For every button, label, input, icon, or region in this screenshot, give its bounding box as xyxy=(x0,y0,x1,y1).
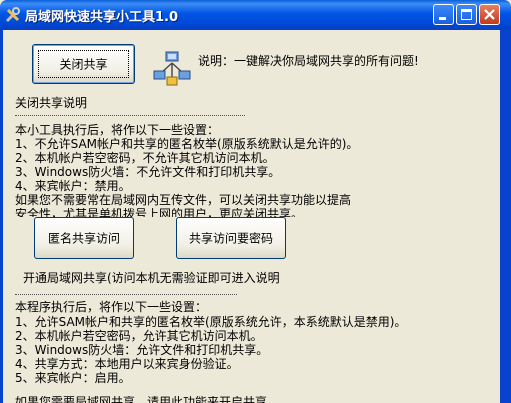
open-section-heading: 开通局域网共享(访问本机无需验证即可进入说明 xyxy=(23,271,280,285)
close-line-5: 4、来宾帐户：禁用。 xyxy=(15,179,131,193)
minimize-button[interactable] xyxy=(433,4,454,25)
open-line-4: 3、Windows防火墙：允许文件和打印机共享。 xyxy=(15,343,269,357)
maximize-button[interactable] xyxy=(456,4,477,25)
anonymous-share-button[interactable]: 匿名共享访问 xyxy=(34,217,134,259)
open-line-5: 4、共享方式：本地用户以来宾身份验证。 xyxy=(15,357,239,371)
tools-icon xyxy=(5,7,20,23)
password-share-label: 共享访问要密码 xyxy=(188,231,273,246)
right-edge xyxy=(500,30,508,403)
open-line-3: 2、本机帐户若空密码，允许其它机访问本机。 xyxy=(15,329,263,343)
close-share-label: 关闭共享 xyxy=(59,57,108,72)
close-share-button[interactable]: 关闭共享 xyxy=(32,44,135,84)
close-button[interactable] xyxy=(479,4,500,25)
window-title: 局域网快速共享小工具1.0 xyxy=(25,10,179,25)
close-line-7: 安全性，尤其是单机拨号上网的用户，更应关闭共享。 xyxy=(15,208,304,217)
close-line-3: 2、本机帐户若空密码，不允许其它机访问本机。 xyxy=(15,151,275,165)
anonymous-share-label: 匿名共享访问 xyxy=(47,231,120,246)
close-line-4: 3、Windows防火墙：不允许文件和打印机共享。 xyxy=(15,165,281,179)
close-icon xyxy=(484,9,495,20)
close-line-2: 1、不允许SAM帐户和共享的匿名枚举(原版系统默认是允许的)。 xyxy=(15,137,359,151)
maximize-icon xyxy=(461,9,472,20)
close-line-6: 如果您不需要常在局域网内互传文件，可以关闭共享功能以提高 xyxy=(15,193,352,207)
open-line-1: 本程序执行后，将作以下一些设置： xyxy=(15,300,208,314)
open-line-7: 如果您需要局域网共享，请用此功能来开启共享。 xyxy=(15,396,280,403)
password-share-button[interactable]: 共享访问要密码 xyxy=(176,217,286,259)
open-line-6: 5、来宾帐户：启用。 xyxy=(15,371,131,385)
app-description: 说明：一键解决你局域网共享的所有问题! xyxy=(198,54,419,68)
open-line-2: 1、允许SAM帐户和共享的匿名枚举(原版系统允许，本系统默认是禁用)。 xyxy=(15,315,407,329)
close-section-heading: 关闭共享说明 xyxy=(15,96,88,110)
network-sharing-icon xyxy=(153,51,191,86)
title-bar[interactable]: 局域网快速共享小工具1.0 xyxy=(0,0,511,30)
divider xyxy=(15,115,245,116)
divider xyxy=(15,294,237,295)
minimize-icon xyxy=(439,17,446,20)
close-line-1: 本小工具执行后，将作以下一些设置： xyxy=(15,123,220,137)
